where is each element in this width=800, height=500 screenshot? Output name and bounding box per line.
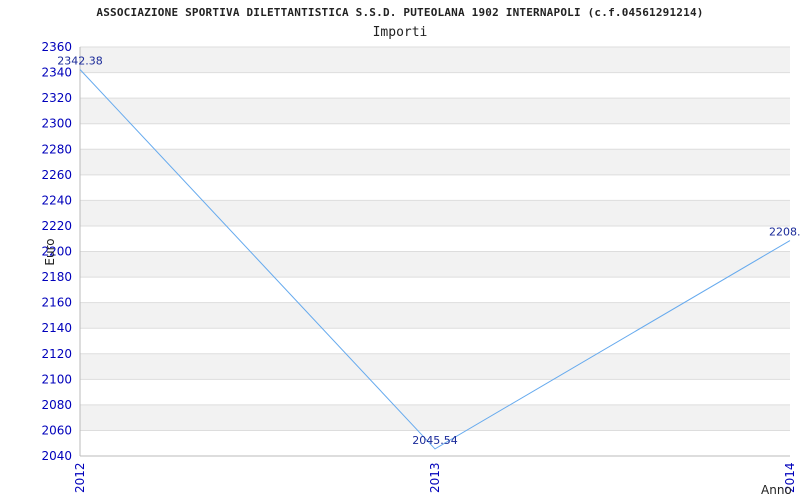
data-label: 2342.38 [57, 55, 103, 68]
grid-band [80, 353, 790, 380]
grid-band [80, 47, 790, 73]
grid-band [80, 302, 790, 329]
grid-band [80, 404, 790, 431]
y-tick-label: 2140 [41, 321, 72, 335]
y-tick-label: 2360 [41, 40, 72, 54]
grid-band [80, 251, 790, 278]
line-chart: 2040206020802100212021402160218022002220… [41, 40, 800, 497]
x-tick-label: 2012 [73, 462, 87, 493]
data-label: 2208.6 [769, 226, 800, 239]
y-tick-label: 2160 [41, 296, 72, 310]
x-axis-label: Anno [761, 483, 792, 497]
y-tick-label: 2300 [41, 117, 72, 131]
grid-band [80, 98, 790, 124]
y-tick-label: 2120 [41, 347, 72, 361]
y-tick-label: 2280 [41, 142, 72, 156]
y-tick-label: 2080 [41, 398, 72, 412]
y-tick-label: 2260 [41, 168, 72, 182]
y-tick-label: 2180 [41, 270, 72, 284]
x-tick-label: 2013 [428, 462, 442, 493]
grid-band [80, 149, 790, 175]
y-tick-label: 2340 [41, 66, 72, 80]
x-tick-labels: 2012 2013 2014 [73, 462, 797, 493]
y-tick-label: 2240 [41, 193, 72, 207]
y-tick-label: 2320 [41, 91, 72, 105]
y-axis-label: Euro [43, 238, 57, 265]
y-tick-label: 2220 [41, 219, 72, 233]
data-label: 2045.54 [412, 434, 458, 447]
y-tick-label: 2060 [41, 423, 72, 437]
grid-bands [80, 47, 790, 431]
grid-band [80, 200, 790, 226]
y-tick-label: 2040 [41, 449, 72, 463]
y-tick-label: 2100 [41, 372, 72, 386]
